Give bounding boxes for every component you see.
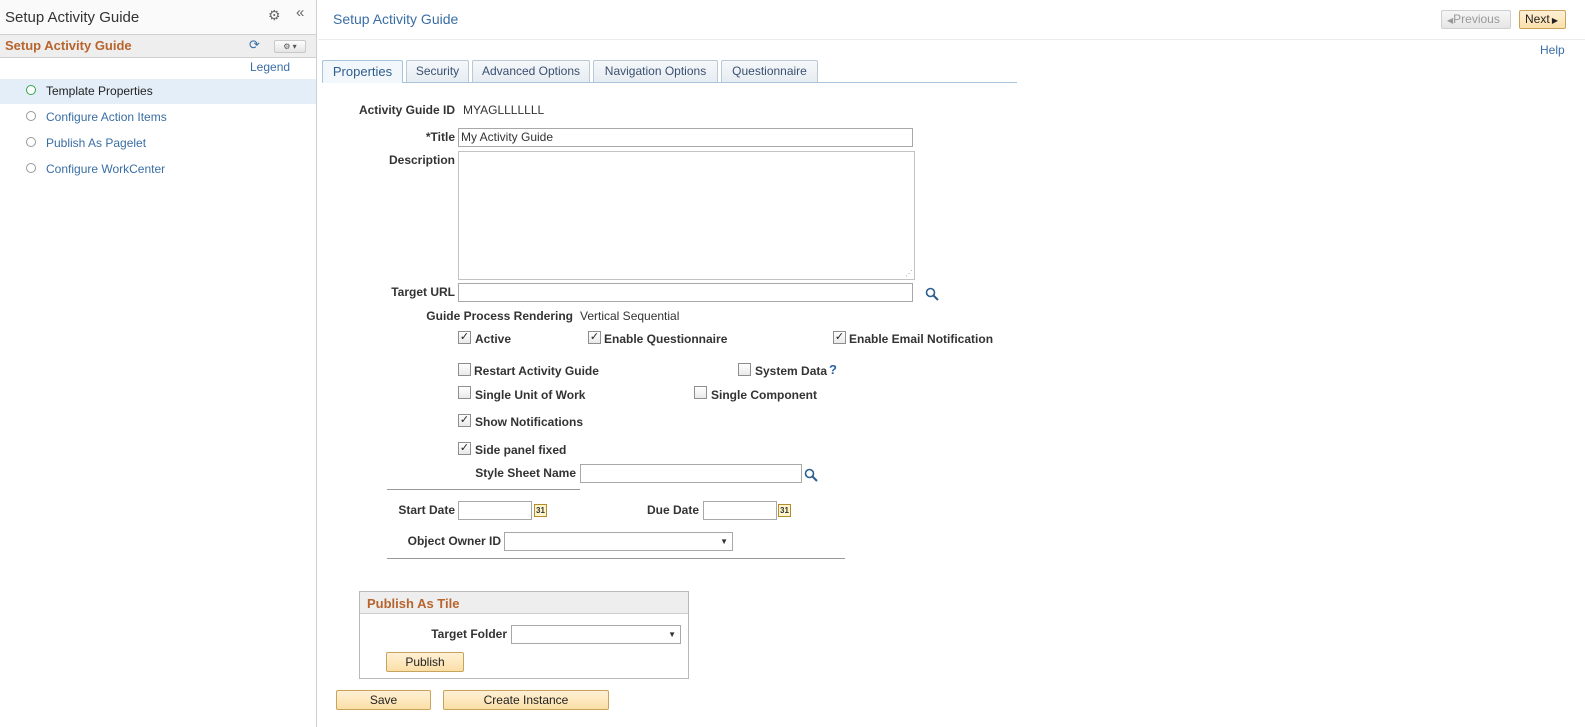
active-label: Active: [475, 332, 512, 346]
publish-as-tile-header: Publish As Tile: [360, 592, 688, 614]
step-status-icon: [26, 111, 36, 121]
sidebar-window-title: Setup Activity Guide: [5, 9, 140, 26]
guide-id-value: MYAGLLLLLLL: [463, 103, 545, 117]
restart-activity-guide-checkbox[interactable]: [458, 363, 471, 376]
search-icon[interactable]: [925, 287, 939, 301]
single-unit-of-work-label: Single Unit of Work: [475, 388, 586, 402]
previous-button-label: Previous: [1453, 12, 1500, 26]
previous-button[interactable]: ◀Previous: [1441, 10, 1511, 29]
object-owner-label: Object Owner ID: [407, 534, 501, 548]
step-status-icon: [26, 85, 36, 95]
sidebar-header-title: Setup Activity Guide: [5, 38, 132, 53]
title-input[interactable]: My Activity Guide: [458, 128, 913, 147]
tab-navigation-options[interactable]: Navigation Options: [593, 60, 718, 82]
sidebar-item-label: Publish As Pagelet: [46, 136, 147, 150]
title-label: *Title: [425, 130, 455, 144]
divider: [387, 558, 845, 559]
next-button-label: Next: [1525, 12, 1550, 26]
rendering-label: Guide Process Rendering: [426, 309, 573, 323]
publish-as-tile-group: Publish As Tile Target Folder ▼ Publish: [359, 591, 689, 679]
publish-button[interactable]: Publish: [386, 652, 464, 672]
tab-advanced-options[interactable]: Advanced Options: [472, 60, 590, 82]
enable-email-notification-label: Enable Email Notification: [849, 332, 994, 346]
save-button[interactable]: Save: [336, 690, 431, 710]
gear-icon[interactable]: ⚙: [268, 8, 282, 22]
show-notifications-checkbox[interactable]: ✓: [458, 414, 471, 427]
target-url-label: Target URL: [391, 285, 455, 299]
due-date-label: Due Date: [646, 503, 699, 517]
sidebar-item-configure-action-items[interactable]: Configure Action Items: [0, 105, 316, 130]
description-textarea[interactable]: ⋰: [458, 151, 915, 280]
calendar-icon[interactable]: 31: [534, 504, 547, 517]
sidebar-top-bar: Setup Activity Guide ⚙ «: [0, 0, 316, 34]
enable-questionnaire-checkbox[interactable]: ✓: [588, 331, 601, 344]
search-icon[interactable]: [804, 468, 818, 482]
sidebar: Setup Activity Guide ⚙ « Setup Activity …: [0, 0, 317, 727]
start-date-input[interactable]: [458, 501, 532, 520]
restart-activity-guide-label: Restart Activity Guide: [474, 364, 599, 378]
rendering-value: Vertical Sequential: [580, 309, 680, 323]
show-notifications-label: Show Notifications: [475, 415, 583, 429]
tab-security[interactable]: Security: [406, 60, 469, 82]
calendar-icon[interactable]: 31: [778, 504, 791, 517]
actions-menu-button[interactable]: ⚙ ▾: [274, 40, 306, 53]
single-component-checkbox[interactable]: [694, 386, 707, 399]
resize-grip-icon[interactable]: ⋰: [905, 270, 913, 278]
single-unit-of-work-checkbox[interactable]: [458, 386, 471, 399]
style-sheet-input[interactable]: [580, 464, 802, 483]
next-button[interactable]: Next ▶: [1519, 10, 1566, 29]
tab-bar: Properties Security Advanced Options Nav…: [322, 60, 1017, 83]
chevron-down-icon: ▼: [720, 537, 728, 546]
page-title: Setup Activity Guide: [333, 11, 459, 27]
refresh-icon[interactable]: ⟳: [249, 38, 263, 52]
enable-email-notification-checkbox[interactable]: ✓: [833, 331, 846, 344]
chevron-right-icon: ▶: [1549, 16, 1559, 25]
divider: [387, 489, 580, 490]
sidebar-item-template-properties[interactable]: Template Properties: [0, 79, 316, 104]
due-date-input[interactable]: [703, 501, 777, 520]
target-url-input[interactable]: [458, 283, 913, 302]
main-header: Setup Activity Guide: [318, 0, 1585, 40]
sidebar-item-label: Template Properties: [46, 84, 153, 98]
guide-id-label: Activity Guide ID: [358, 103, 455, 117]
publish-as-tile-title: Publish As Tile: [367, 596, 460, 611]
create-instance-button[interactable]: Create Instance: [443, 690, 609, 710]
active-checkbox[interactable]: ✓: [458, 331, 471, 344]
step-status-icon: [26, 137, 36, 147]
side-panel-fixed-checkbox[interactable]: ✓: [458, 442, 471, 455]
help-question-icon[interactable]: ?: [829, 362, 837, 377]
title-input-value: My Activity Guide: [461, 130, 554, 144]
help-link[interactable]: Help: [1540, 43, 1565, 57]
tab-questionnaire[interactable]: Questionnaire: [721, 60, 818, 82]
sidebar-item-publish-as-pagelet[interactable]: Publish As Pagelet: [0, 131, 316, 156]
style-sheet-label: Style Sheet Name: [475, 466, 576, 480]
side-panel-fixed-label: Side panel fixed: [475, 443, 567, 457]
step-status-icon: [26, 163, 36, 173]
sidebar-item-configure-workcenter[interactable]: Configure WorkCenter: [0, 157, 316, 182]
target-folder-label: Target Folder: [431, 627, 507, 641]
chevron-down-icon: ▼: [668, 630, 676, 639]
legend-link[interactable]: Legend: [250, 60, 290, 74]
start-date-label: Start Date: [398, 503, 455, 517]
sidebar-item-label: Configure Action Items: [46, 110, 167, 124]
target-folder-select[interactable]: ▼: [511, 625, 681, 644]
sidebar-item-label: Configure WorkCenter: [46, 162, 166, 176]
system-data-checkbox[interactable]: [738, 363, 751, 376]
system-data-label: System Data: [755, 364, 828, 378]
description-label: Description: [388, 153, 455, 167]
object-owner-select[interactable]: ▼: [504, 532, 733, 551]
enable-questionnaire-label: Enable Questionnaire: [604, 332, 728, 346]
tab-properties[interactable]: Properties: [322, 60, 403, 83]
sidebar-header: Setup Activity Guide ⟳ ⚙ ▾: [0, 34, 316, 58]
collapse-icon[interactable]: «: [296, 5, 310, 20]
single-component-label: Single Component: [711, 388, 817, 402]
